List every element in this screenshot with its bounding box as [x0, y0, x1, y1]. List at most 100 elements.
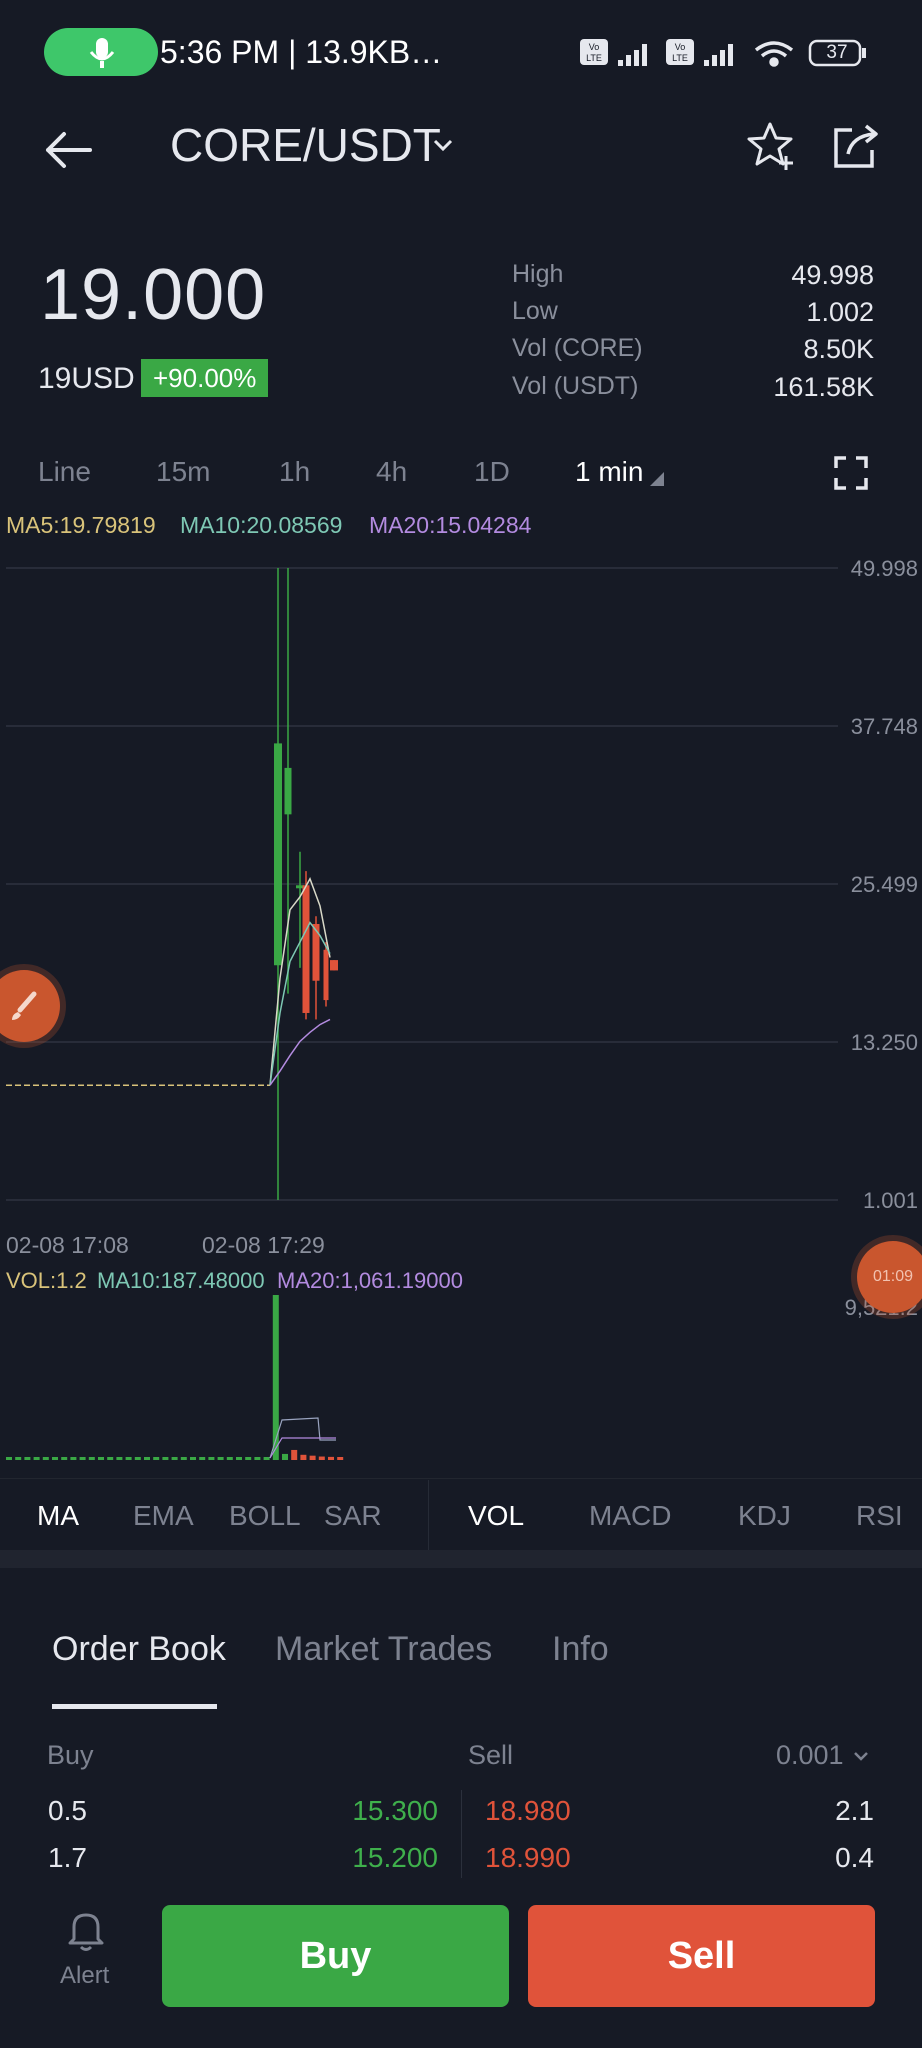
legend-ma20: MA20:15.04284 [369, 512, 532, 538]
svg-text:LTE: LTE [672, 53, 688, 63]
x-label-0: 02-08 17:08 [6, 1232, 129, 1258]
volume-bar [134, 1457, 141, 1460]
share-icon [834, 124, 878, 168]
status-bar: 5:36 PM | 13.9KB… Vo LTE Vo LTE 37 [0, 0, 922, 104]
volume-bar [79, 1457, 86, 1460]
page-title[interactable]: CORE/USDT [170, 118, 441, 172]
indicator-rsi[interactable]: RSI [856, 1500, 903, 1532]
sell-qty[interactable]: 2.1 [780, 1795, 874, 1827]
volume-bar [190, 1457, 196, 1460]
volume-bar [33, 1457, 40, 1460]
candle-timer[interactable]: 01:09 [857, 1241, 922, 1313]
indicator-sar[interactable]: SAR [324, 1500, 382, 1532]
indicator-kdj[interactable]: KDJ [738, 1500, 791, 1532]
y-tick-1: 37.748 [850, 714, 918, 739]
tab-order-book[interactable]: Order Book [52, 1630, 226, 1669]
svg-text:Vo: Vo [675, 42, 686, 52]
section-gap [0, 1550, 922, 1568]
volume-bar [88, 1457, 95, 1460]
volume-bar [70, 1457, 77, 1460]
buy-price[interactable]: 15.200 [300, 1842, 438, 1874]
buy-qty[interactable]: 1.7 [48, 1842, 87, 1874]
stat-label-vol-usdt: Vol (USDT) [512, 372, 639, 400]
chevron-down-icon[interactable] [852, 1747, 870, 1765]
ma20-line [269, 1018, 331, 1086]
volte-icon: VoLTE [580, 39, 608, 65]
volume-bar [162, 1457, 169, 1460]
buy-qty[interactable]: 0.5 [48, 1795, 87, 1827]
buy-price[interactable]: 15.300 [300, 1795, 438, 1827]
volume-bar [318, 1456, 325, 1460]
star-add-icon [747, 122, 793, 170]
brush-icon [12, 991, 37, 1020]
volume-bar [263, 1457, 270, 1460]
volume-bar [217, 1457, 224, 1460]
precision-selector[interactable]: 0.001 [776, 1740, 844, 1771]
fiat-price: 19USD [38, 362, 135, 395]
volume-bar [245, 1457, 252, 1460]
indicator-vol[interactable]: VOL [468, 1500, 524, 1532]
buy-button[interactable]: Buy [162, 1905, 509, 2007]
volume-bar [15, 1457, 22, 1460]
change-badge: +90.00% [141, 359, 269, 397]
stat-label-vol-core: Vol (CORE) [512, 334, 643, 362]
stat-label-low: Low [512, 297, 558, 325]
volume-bar [282, 1453, 288, 1460]
tab-15m[interactable]: 15m [156, 456, 210, 488]
volume-chart[interactable] [0, 1290, 922, 1465]
favorite-button[interactable] [746, 120, 798, 172]
tab-1d[interactable]: 1D [474, 456, 510, 488]
sell-price[interactable]: 18.990 [485, 1842, 571, 1874]
sell-qty[interactable]: 0.4 [780, 1842, 874, 1874]
dropdown-triangle-icon [650, 472, 664, 486]
alert-button[interactable] [60, 1905, 112, 1955]
last-price: 19.000 [40, 255, 267, 335]
candlestick-chart[interactable] [0, 540, 922, 1220]
volume-bar [254, 1457, 261, 1460]
mic-icon [89, 38, 115, 68]
indicator-macd[interactable]: MACD [589, 1500, 671, 1532]
y-tick-3: 13.250 [850, 1030, 918, 1055]
indicator-ema[interactable]: EMA [133, 1500, 194, 1532]
volume-bar [61, 1457, 68, 1460]
candle-body [302, 885, 310, 1013]
tab-1h[interactable]: 1h [279, 456, 310, 488]
indicator-boll[interactable]: BOLL [229, 1500, 301, 1532]
indicator-separator [428, 1480, 429, 1550]
share-button[interactable] [830, 120, 882, 172]
status-time: 5:36 PM | 13.9KB… [160, 34, 443, 70]
buy-header: Buy [47, 1740, 94, 1770]
volume-bar [236, 1457, 242, 1460]
tab-line[interactable]: Line [38, 456, 91, 488]
volume-bar [300, 1454, 307, 1460]
alert-label[interactable]: Alert [60, 1962, 109, 1990]
volume-bar [116, 1457, 123, 1460]
x-label-1: 02-08 17:29 [202, 1232, 325, 1258]
chevron-down-icon[interactable] [430, 132, 456, 158]
volume-bar [6, 1457, 12, 1460]
tab-info[interactable]: Info [552, 1630, 609, 1669]
volume-bar [208, 1457, 215, 1460]
candle-body [330, 960, 338, 971]
volume-bar [309, 1455, 316, 1460]
volume-bar [226, 1457, 233, 1460]
back-button[interactable] [40, 122, 96, 178]
tab-market-trades[interactable]: Market Trades [275, 1630, 492, 1669]
fullscreen-icon[interactable] [834, 456, 868, 490]
tab-4h[interactable]: 4h [376, 456, 407, 488]
signal-icon [618, 44, 647, 66]
volume-bar [24, 1457, 31, 1460]
svg-text:Vo: Vo [589, 42, 600, 52]
mic-indicator[interactable] [44, 28, 158, 76]
sell-header: Sell [468, 1740, 514, 1770]
volume-bar [107, 1457, 114, 1460]
indicator-ma[interactable]: MA [37, 1500, 79, 1532]
volume-bar [337, 1457, 344, 1460]
legend-ma10: MA10:20.08569 [180, 512, 343, 538]
legend-ma5: MA5:19.79819 [6, 512, 156, 538]
volume-bar [291, 1449, 298, 1460]
tab-1min[interactable]: 1 min [575, 456, 643, 488]
volume-bar [180, 1457, 187, 1460]
sell-price[interactable]: 18.980 [485, 1795, 571, 1827]
sell-button[interactable]: Sell [528, 1905, 875, 2007]
